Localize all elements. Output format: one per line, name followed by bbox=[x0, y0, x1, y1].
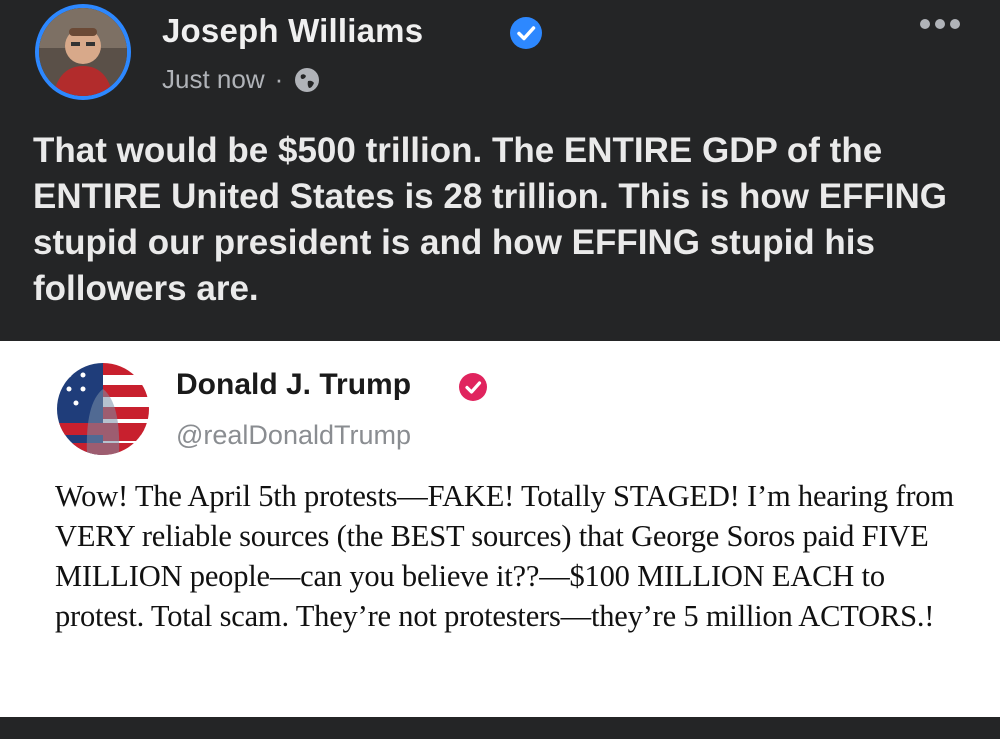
author-name[interactable]: Joseph Williams bbox=[162, 12, 423, 50]
post-bottom-edge bbox=[0, 717, 1000, 739]
author-avatar[interactable] bbox=[35, 4, 131, 100]
tweet-body-text: Wow! The April 5th protests—FAKE! Totall… bbox=[55, 479, 954, 633]
post-header: Joseph Williams Just now · bbox=[0, 0, 1000, 120]
more-options-icon[interactable] bbox=[910, 10, 970, 38]
avatar-flag-portrait bbox=[57, 363, 149, 455]
tweet-verified-badge-icon bbox=[459, 373, 487, 401]
tweet-author-name: Donald J. Trump bbox=[176, 368, 412, 401]
post-timestamp[interactable]: Just now bbox=[162, 64, 265, 95]
post-meta: Just now · bbox=[162, 64, 321, 95]
tweet-author-handle: @realDonaldTrump bbox=[176, 420, 411, 450]
tweet-author-avatar bbox=[57, 363, 149, 455]
avatar-photo bbox=[39, 8, 127, 96]
meta-separator: · bbox=[274, 64, 284, 94]
globe-icon[interactable] bbox=[293, 66, 321, 94]
facebook-post: Joseph Williams Just now · That would be… bbox=[0, 0, 1000, 739]
verified-badge-icon bbox=[510, 17, 542, 49]
embedded-tweet-screenshot[interactable]: Donald J. Trump @realDonaldTrump Wow! Th… bbox=[0, 341, 1000, 717]
post-body-text: That would be $500 trillion. The ENTIRE … bbox=[33, 131, 948, 308]
